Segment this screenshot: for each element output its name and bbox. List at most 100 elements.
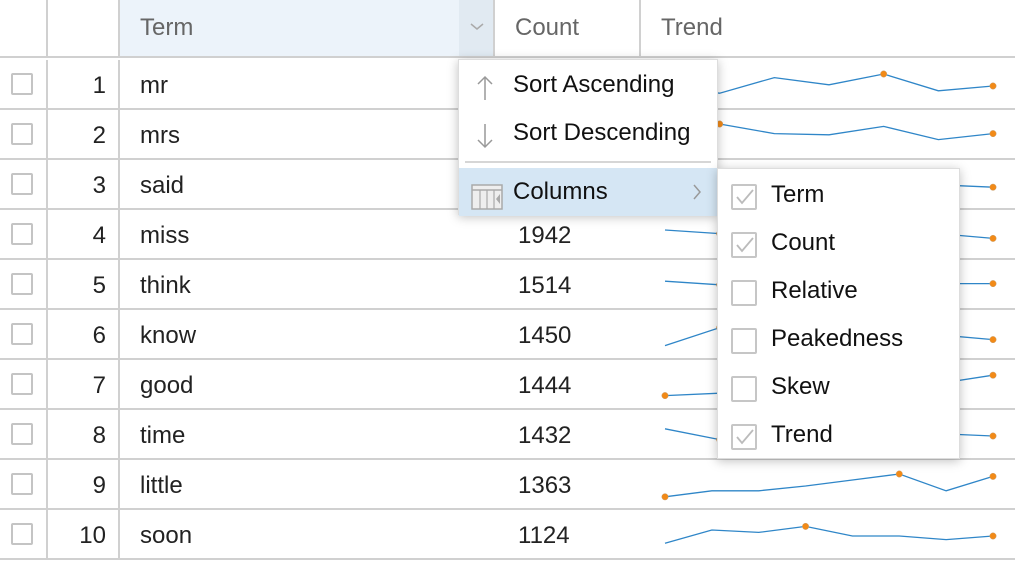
term-cell: soon [140, 522, 193, 549]
header-term[interactable]: Term [120, 0, 461, 56]
count-cell: 1363 [518, 472, 572, 499]
checkmark-icon [736, 189, 754, 205]
sparkline-point [989, 183, 997, 191]
header-select-column [0, 0, 48, 56]
column-toggle-count[interactable]: Count [718, 219, 959, 267]
row-checkbox[interactable] [11, 373, 33, 395]
term-cell: little [140, 472, 183, 499]
row-select-cell [0, 460, 48, 508]
row-checkbox[interactable] [11, 223, 33, 245]
row-checkbox[interactable] [11, 423, 33, 445]
row-select-cell [0, 510, 48, 558]
column-toggle-label: Term [771, 181, 825, 208]
column-toggle-label: Skew [771, 373, 830, 400]
row-checkbox[interactable] [11, 273, 33, 295]
count-cell: 1942 [518, 222, 572, 249]
trend-sparkline [661, 470, 997, 501]
row-index: 4 [48, 210, 120, 258]
sparkline-point [989, 280, 997, 288]
term-cell: time [140, 422, 186, 449]
row-select-cell [0, 310, 48, 358]
sparkline-point [989, 82, 997, 90]
row-index: 10 [48, 510, 120, 558]
column-menu: Sort Ascending Sort Descending Columns [458, 59, 718, 216]
menu-separator [465, 161, 711, 163]
term-cell: miss [140, 222, 190, 249]
arrow-down-icon [475, 119, 495, 167]
column-checkbox[interactable] [731, 328, 757, 354]
column-toggle-relative[interactable]: Relative [718, 267, 959, 315]
trend-cell [640, 510, 1015, 558]
row-checkbox[interactable] [11, 173, 33, 195]
sparkline-point [989, 532, 997, 540]
columns-icon [471, 179, 503, 227]
column-checkbox[interactable] [731, 184, 757, 210]
sparkline-point [661, 392, 669, 400]
sparkline-point [989, 336, 997, 344]
trend-sparkline [664, 522, 997, 544]
column-toggle-term[interactable]: Term [718, 171, 959, 219]
row-select-cell [0, 360, 48, 408]
column-checkbox[interactable] [731, 376, 757, 402]
sparkline-line [664, 525, 994, 544]
menu-item-sort-descending[interactable]: Sort Descending [459, 109, 717, 157]
term-cell: good [140, 372, 194, 399]
count-cell: 1514 [518, 272, 572, 299]
sparkline-point [989, 130, 997, 138]
header-term-menu-trigger[interactable] [459, 0, 495, 56]
sparkline-point [989, 371, 997, 379]
row-checkbox[interactable] [11, 73, 33, 95]
checkmark-icon [736, 429, 754, 445]
columns-submenu: Term Count Relative Peakedness Skew Tren… [717, 168, 960, 459]
row-index: 6 [48, 310, 120, 358]
count-cell: 1124 [518, 522, 570, 549]
table-row[interactable]: 9 little 1363 [0, 460, 1015, 510]
row-select-cell [0, 110, 48, 158]
column-toggle-peakedness[interactable]: Peakedness [718, 315, 959, 363]
row-checkbox[interactable] [11, 473, 33, 495]
row-index: 3 [48, 160, 120, 208]
count-cell: 1450 [518, 322, 572, 349]
row-select-cell [0, 160, 48, 208]
table-row[interactable]: 10 soon 1124 [0, 510, 1015, 560]
menu-item-label: Sort Descending [513, 119, 691, 146]
chevron-right-icon [691, 168, 703, 233]
header-count[interactable]: Count [495, 0, 641, 56]
row-checkbox[interactable] [11, 123, 33, 145]
column-checkbox[interactable] [731, 280, 757, 306]
row-index: 9 [48, 460, 120, 508]
count-cell: 1432 [518, 422, 572, 449]
column-toggle-skew[interactable]: Skew [718, 363, 959, 411]
count-cell: 1444 [518, 372, 572, 399]
sparkline-line [664, 473, 994, 498]
column-toggle-label: Count [771, 229, 836, 256]
sparkline-point [880, 70, 888, 78]
column-checkbox[interactable] [731, 424, 757, 450]
checkmark-icon [736, 237, 754, 253]
row-index: 2 [48, 110, 120, 158]
header-trend[interactable]: Trend [641, 0, 1015, 56]
menu-item-label: Sort Ascending [513, 71, 675, 98]
row-select-cell [0, 210, 48, 258]
menu-item-label: Columns [513, 178, 608, 205]
term-cell: said [140, 172, 185, 199]
menu-item-sort-ascending[interactable]: Sort Ascending [459, 61, 717, 109]
row-select-cell [0, 260, 48, 308]
sparkline-point [661, 493, 669, 501]
column-toggle-trend[interactable]: Trend [718, 411, 959, 459]
term-cell: know [140, 322, 197, 349]
row-index: 7 [48, 360, 120, 408]
column-checkbox[interactable] [731, 232, 757, 258]
trend-cell [640, 460, 1015, 508]
term-cell: mr [140, 72, 168, 99]
row-select-cell [0, 60, 48, 108]
menu-item-columns[interactable]: Columns [459, 168, 717, 216]
term-cell: think [140, 272, 191, 299]
row-checkbox[interactable] [11, 323, 33, 345]
row-index: 8 [48, 410, 120, 458]
sparkline-point [895, 470, 903, 478]
column-toggle-label: Relative [771, 277, 858, 304]
sparkline-point [989, 432, 997, 440]
chevron-down-icon [470, 23, 484, 30]
column-toggle-label: Peakedness [771, 325, 904, 352]
